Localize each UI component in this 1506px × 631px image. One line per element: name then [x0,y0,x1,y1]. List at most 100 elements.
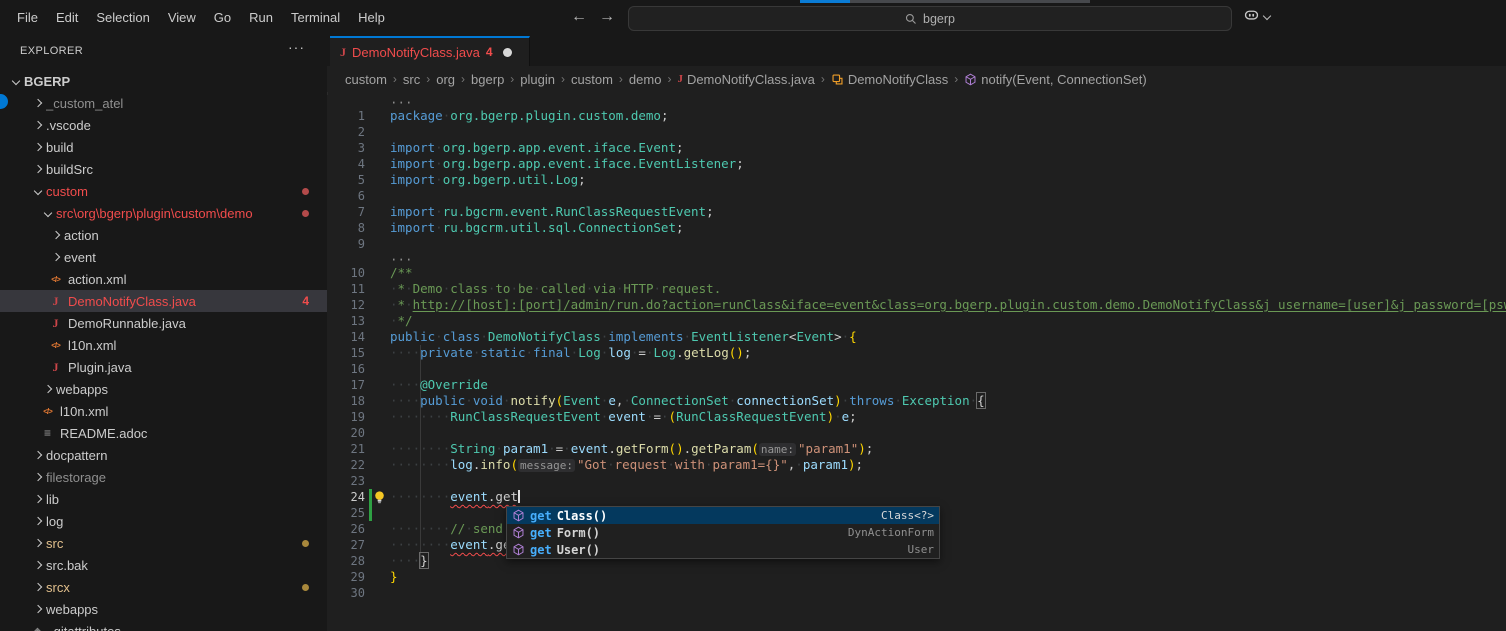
code-line-18[interactable]: 18····public·void·notify(Event·e,·Connec… [327,393,1506,409]
tree-item-gitattributes[interactable]: ◈.gitattributes [0,620,327,631]
tree-item-demorunnable-java[interactable]: JDemoRunnable.java [0,312,327,334]
tree-item-label: src\org\bgerp\plugin\custom\demo [56,206,253,221]
code-line-9[interactable]: 9 [327,236,1506,252]
menu-item-go[interactable]: Go [205,0,240,36]
change-bar [369,489,372,505]
tree-item-l10n-xml[interactable]: </>l10n.xml [0,400,327,422]
breadcrumb-item-demo[interactable]: demo [629,72,662,87]
tree-item-custom[interactable]: custom [0,180,327,202]
breadcrumb-label: demo [629,72,662,87]
breadcrumb-item-notify-event-connectionset[interactable]: notify(Event, ConnectionSet) [964,72,1146,87]
code-line-8[interactable]: 8import·ru.bgcrm.util.sql.ConnectionSet; [327,220,1506,236]
line-number: 8 [327,220,365,236]
code-line-15[interactable]: 15····private·static·final·Log·log·=·Log… [327,345,1506,361]
code-line-2[interactable]: 2 [327,124,1506,140]
suggest-item-getform[interactable]: getForm()DynActionForm [507,524,939,541]
tree-item-label: lib [46,492,59,507]
code-line-1[interactable]: 1package·org.bgerp.plugin.custom.demo; [327,108,1506,124]
unsaved-dot-icon[interactable] [503,48,512,57]
tree-item-src[interactable]: src [0,532,327,554]
menu-item-view[interactable]: View [159,0,205,36]
code-line-6[interactable]: 6 [327,188,1506,204]
tree-item-plugin-java[interactable]: JPlugin.java [0,356,327,378]
menu-item-terminal[interactable]: Terminal [282,0,349,36]
breadcrumb-item-src[interactable]: src [403,72,420,87]
tree-item-srcx[interactable]: srcx [0,576,327,598]
code-line-23[interactable]: 23 [327,473,1506,489]
chevron-right-icon [44,385,52,393]
progress-strip-blue [800,0,850,3]
code-line-21[interactable]: 21········String·param1·=·event.getForm(… [327,441,1506,457]
search-input[interactable]: bgerp [628,6,1232,31]
line-number: 12 [327,297,365,313]
code-line-5[interactable]: 5import·org.bgerp.util.Log; [327,172,1506,188]
code-line-12[interactable]: 12·*·http://[host]:[port]/admin/run.do?a… [327,297,1506,313]
menu-item-selection[interactable]: Selection [87,0,158,36]
code-editor[interactable]: ···1package·org.bgerp.plugin.custom.demo… [327,95,1506,631]
tree-item-action-xml[interactable]: </>action.xml [0,268,327,290]
code-line-29[interactable]: 29} [327,569,1506,585]
code-line-4[interactable]: 4import·org.bgerp.app.event.iface.EventL… [327,156,1506,172]
tree-item-event[interactable]: event [0,246,327,268]
tree-item-src-org-bgerp-plugin-custom-demo[interactable]: src\org\bgerp\plugin\custom\demo [0,202,327,224]
code-line-11[interactable]: 11·*·Demo·class·to·be·called·via·HTTP·re… [327,281,1506,297]
breadcrumb-item-demonotifyclass[interactable]: DemoNotifyClass [831,72,948,87]
tree-item-bgerp[interactable]: BGERP [0,70,327,92]
tree-item-label: webapps [56,382,108,397]
breadcrumb-item-plugin[interactable]: plugin [520,72,555,87]
method-icon [512,509,525,522]
code-line-16[interactable]: 16 [327,361,1506,377]
breadcrumb-item-bgerp[interactable]: bgerp [471,72,504,87]
tree-item-docpattern[interactable]: docpattern [0,444,327,466]
breadcrumb-item-org[interactable]: org [436,72,455,87]
menu-item-run[interactable]: Run [240,0,282,36]
folded-ellipsis-row[interactable]: ··· [327,252,1506,265]
tree-item-label: l10n.xml [68,338,116,353]
tree-item-filestorage[interactable]: filestorage [0,466,327,488]
code-line-24[interactable]: 24········event.get [327,489,1506,505]
chevron-right-icon [34,99,42,107]
code-line-17[interactable]: 17····@Override [327,377,1506,393]
line-number: 26 [327,521,365,537]
code-line-20[interactable]: 20 [327,425,1506,441]
copilot-icon [1243,7,1260,24]
tab-demonotifyclass[interactable]: J DemoNotifyClass.java 4 [330,36,530,66]
forward-button[interactable]: → [594,0,620,36]
tree-item-lib[interactable]: lib [0,488,327,510]
lightbulb-icon[interactable] [373,490,387,504]
tree-item-demonotifyclass-java[interactable]: JDemoNotifyClass.java4 [0,290,327,312]
suggest-item-getuser[interactable]: getUser()User [507,541,939,558]
code-line-13[interactable]: 13·*/ [327,313,1506,329]
code-line-30[interactable]: 30 [327,585,1506,601]
code-line-22[interactable]: 22········log.info(message:"Got·request·… [327,457,1506,473]
menu-item-edit[interactable]: Edit [47,0,87,36]
back-button[interactable]: ← [566,0,592,36]
tree-item-l10n-xml[interactable]: </>l10n.xml [0,334,327,356]
tree-item-vscode[interactable]: .vscode [0,114,327,136]
suggest-item-getclass[interactable]: getClass()Class<?> [507,507,939,524]
tree-item-readme-adoc[interactable]: ≡README.adoc [0,422,327,444]
explorer-more-actions-button[interactable]: ··· [288,39,305,55]
tree-item-webapps[interactable]: webapps [0,378,327,400]
menu-item-help[interactable]: Help [349,0,394,36]
tree-item-webapps[interactable]: webapps [0,598,327,620]
code-line-10[interactable]: 10/** [327,265,1506,281]
tree-item-log[interactable]: log [0,510,327,532]
tree-item-src-bak[interactable]: src.bak [0,554,327,576]
menu-item-file[interactable]: File [8,0,47,36]
line-number: 11 [327,281,365,297]
folded-ellipsis-row[interactable]: ··· [327,95,1506,108]
code-line-19[interactable]: 19········RunClassRequestEvent·event·=·(… [327,409,1506,425]
breadcrumb-item-demonotifyclass-java[interactable]: JDemoNotifyClass.java [677,72,814,87]
code-line-3[interactable]: 3import·org.bgerp.app.event.iface.Event; [327,140,1506,156]
tree-item-custom-atel[interactable]: _custom_atel [0,92,327,114]
tree-item-action[interactable]: action [0,224,327,246]
breadcrumb-item-custom[interactable]: custom [345,72,387,87]
breadcrumb-item-custom[interactable]: custom [571,72,613,87]
code-line-14[interactable]: 14public·class·DemoNotifyClass·implement… [327,329,1506,345]
copilot-button[interactable] [1243,7,1270,24]
tree-item-label: action [64,228,99,243]
code-line-7[interactable]: 7import·ru.bgcrm.event.RunClassRequestEv… [327,204,1506,220]
tree-item-build[interactable]: build [0,136,327,158]
tree-item-buildsrc[interactable]: buildSrc [0,158,327,180]
